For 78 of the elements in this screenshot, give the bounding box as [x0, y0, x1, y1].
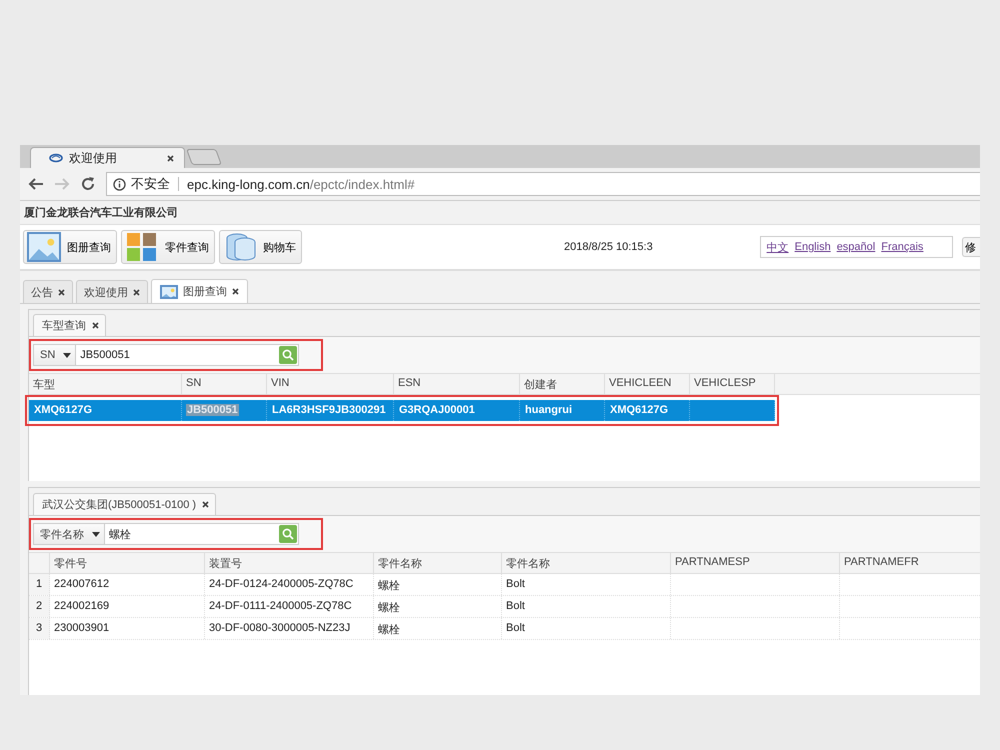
row-number: 2 — [29, 596, 50, 617]
address-bar[interactable]: 不安全 epc.king-long.com.cn/epctc/index.html# — [106, 172, 980, 196]
close-icon — [58, 288, 65, 296]
landscape-icon — [27, 232, 61, 262]
column-header[interactable]: SN — [182, 374, 267, 394]
info-icon — [113, 178, 126, 190]
field-dropdown[interactable]: 零件名称 — [34, 524, 105, 544]
panel-tab[interactable]: 武汉公交集团(JB500051-0100 ) — [33, 493, 216, 515]
language-link[interactable]: 中文 — [766, 240, 789, 254]
close-icon — [232, 288, 239, 295]
column-header[interactable]: 车型 — [29, 374, 182, 394]
search-field[interactable]: SN JB500051 — [33, 344, 299, 366]
tab[interactable]: 图册查询 — [151, 279, 248, 303]
search-field[interactable]: 零件名称 螺栓 — [33, 523, 299, 545]
search-icon — [282, 528, 294, 540]
column-header[interactable]: 零件名称 — [502, 553, 671, 573]
tab[interactable]: 公告 — [23, 280, 73, 303]
column-header[interactable]: PARTNAMESP — [671, 553, 840, 573]
toolbar-button[interactable]: 零件查询 — [121, 230, 215, 264]
url-text: epc.king-long.com.cn/epctc/index.html# — [187, 176, 415, 192]
column-header[interactable]: VEHICLEEN — [605, 374, 690, 394]
close-icon — [167, 154, 174, 162]
search-button[interactable] — [279, 525, 297, 543]
close-icon — [92, 322, 99, 329]
table-cell: 螺栓 — [374, 574, 502, 595]
column-header[interactable]: 装置号 — [205, 553, 374, 573]
table-cell: G3RQAJ00001 — [398, 404, 476, 416]
table-cell: JB500051 — [186, 404, 239, 416]
reload-icon — [80, 176, 96, 192]
column-header[interactable]: VIN — [267, 374, 394, 394]
company-title: 厦门金龙联合汽车工业有限公司 — [20, 201, 980, 225]
table-cell: 24-DF-0124-2400005-ZQ78C — [205, 574, 374, 595]
close-icon — [202, 501, 210, 508]
landscape-icon — [160, 284, 178, 298]
datetime-text: 2018/8/25 10:15:3 — [564, 241, 654, 253]
column-header[interactable]: PARTNAMEFR — [840, 553, 980, 573]
search-icon — [282, 349, 294, 361]
row-number: 3 — [29, 618, 50, 639]
column-header[interactable]: 零件号 — [50, 553, 205, 573]
field-dropdown[interactable]: SN — [34, 345, 76, 365]
caret-icon — [92, 532, 100, 536]
column-header[interactable]: ESN — [394, 374, 520, 394]
edit-button[interactable]: 修 — [962, 237, 980, 257]
table-cell: XMQ6127G — [609, 404, 670, 416]
table-cell: 224007612 — [50, 574, 205, 595]
column-header[interactable]: VEHICLESP — [690, 374, 775, 394]
table-cell: 224002169 — [50, 596, 205, 617]
table-cell: XMQ6127G — [33, 404, 94, 416]
column-header[interactable]: 零件名称 — [374, 553, 502, 573]
toolbar-button[interactable]: 图册查询 — [23, 230, 117, 264]
swirl-icon — [49, 153, 63, 163]
table-cell: 螺栓 — [374, 596, 502, 617]
table-cell: huangrui — [524, 404, 574, 416]
column-header[interactable]: 创建者 — [520, 374, 605, 394]
language-link[interactable]: English — [794, 241, 831, 253]
tab[interactable]: 欢迎使用 — [76, 280, 148, 303]
language-link[interactable]: español — [836, 241, 876, 253]
table-cell: 24-DF-0111-2400005-ZQ78C — [205, 596, 374, 617]
table-cell: Bolt — [502, 618, 671, 639]
browser-tab[interactable]: 欢迎使用 — [30, 147, 185, 168]
row-number: 1 — [29, 574, 50, 595]
table-cell: 螺栓 — [374, 618, 502, 639]
language-link[interactable]: Français — [881, 241, 924, 253]
search-button[interactable] — [279, 346, 297, 364]
table-cell: Bolt — [502, 596, 671, 617]
back-icon — [28, 177, 44, 191]
security-label: 不安全 — [131, 175, 170, 193]
toolbar-button[interactable]: 购物车 — [219, 230, 302, 264]
table-cell: LA6R3HSF9JB300291 — [271, 404, 387, 416]
table-cell: 230003901 — [50, 618, 205, 639]
table-row[interactable]: XMQ6127G JB500051 LA6R3HSF9JB300291 G3RQAJ00001 huangrui XMQ6127G — [29, 400, 775, 421]
table-cell: Bolt — [502, 574, 671, 595]
caret-icon — [63, 352, 72, 358]
new-tab-button[interactable] — [186, 149, 222, 165]
panel-tab[interactable]: 车型查询 — [33, 314, 106, 336]
close-icon — [133, 288, 140, 296]
table-cell: 30-DF-0080-3000005-NZ23J — [205, 618, 374, 639]
tiles-icon — [125, 232, 159, 262]
